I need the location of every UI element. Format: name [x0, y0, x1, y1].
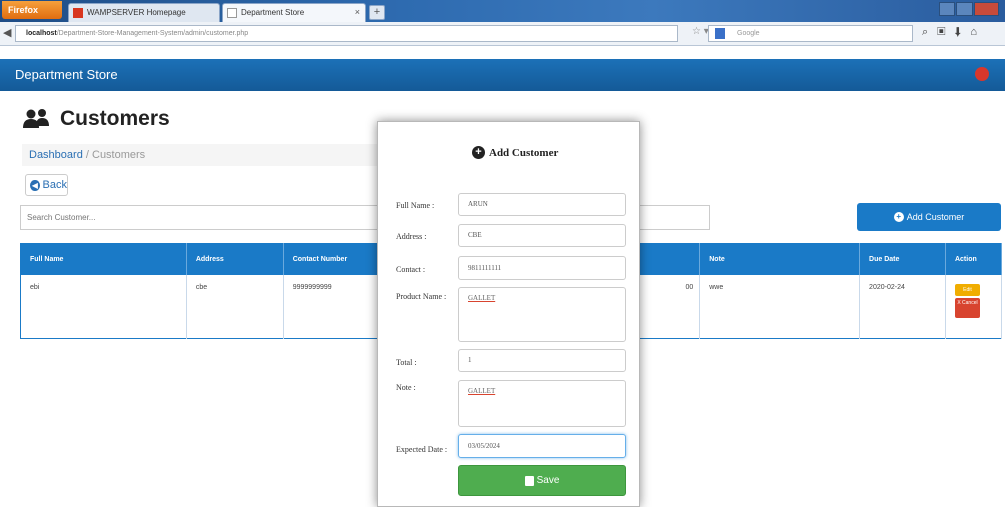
expected-date-label: Expected Date :: [396, 445, 448, 454]
column-header: Due Date: [859, 243, 946, 275]
firefox-menu-button[interactable]: Firefox: [2, 1, 62, 19]
full-name-label: Full Name :: [396, 201, 435, 210]
browser-tab-strip: Firefox WAMPSERVER Homepage Department S…: [0, 0, 1005, 22]
column-header: Action: [945, 243, 1003, 275]
search-engine-label: Google: [737, 30, 760, 37]
address-field[interactable]: CBE: [458, 224, 626, 247]
note-label: Note :: [396, 383, 416, 392]
wamp-favicon-icon: [73, 8, 83, 18]
edit-button[interactable]: Edit: [954, 283, 980, 296]
save-button[interactable]: Save: [458, 465, 626, 496]
url-bar[interactable]: localhost/Department-Store-Management-Sy…: [15, 25, 678, 42]
add-customer-modal: + Add Customer Full Name : ARUN Address …: [377, 121, 640, 507]
floppy-disk-icon: [524, 475, 534, 486]
product-name-label: Product Name :: [396, 292, 447, 301]
cell-contact: 9999999999: [283, 274, 381, 339]
cell-actions: Edit X Cancel: [945, 274, 1003, 339]
users-icon: [22, 108, 52, 130]
cell-note: wwe: [699, 274, 861, 339]
column-header: Full Name: [20, 243, 187, 275]
total-label: Total :: [396, 358, 417, 367]
column-header: Contact Number: [283, 243, 381, 275]
breadcrumb-separator: /: [82, 149, 92, 161]
logout-power-icon[interactable]: [975, 67, 989, 81]
address-label: Address :: [396, 232, 427, 241]
contact-field[interactable]: 9811111111: [458, 256, 626, 280]
modal-title: + Add Customer: [472, 146, 558, 159]
product-name-value: GALLET: [468, 294, 496, 302]
page-title-text: Customers: [60, 107, 170, 130]
contact-label: Contact :: [396, 265, 426, 274]
product-name-textarea[interactable]: GALLET: [458, 287, 626, 342]
window-controls: [939, 2, 999, 16]
tab-label: Department Store: [241, 8, 305, 17]
app-header: Department Store: [0, 59, 1005, 91]
note-value: GALLET: [468, 387, 496, 395]
arrow-left-icon: ◀: [30, 179, 40, 191]
back-button[interactable]: ◀ Back: [25, 174, 68, 196]
breadcrumb: Dashboard / Customers: [22, 144, 384, 166]
minimize-button[interactable]: [939, 2, 956, 16]
page-favicon-icon: [227, 8, 237, 18]
page-title: Customers: [22, 107, 170, 131]
browser-search-input[interactable]: Google: [708, 25, 913, 42]
new-tab-button[interactable]: +: [369, 5, 385, 20]
plus-circle-icon: +: [472, 146, 485, 159]
app-title[interactable]: Department Store: [15, 67, 118, 82]
tab-department-store[interactable]: Department Store ×: [222, 3, 366, 22]
url-path: /Department-Store-Management-System/admi…: [56, 30, 249, 37]
maximize-button[interactable]: [956, 2, 973, 16]
google-icon: [715, 28, 725, 39]
cell-full-name: ebi: [20, 274, 187, 339]
add-customer-label: Add Customer: [906, 212, 965, 222]
url-host: localhost: [26, 30, 57, 37]
cancel-button[interactable]: X Cancel: [954, 297, 980, 318]
tab-close-icon[interactable]: ×: [355, 4, 360, 21]
cell-address: cbe: [186, 274, 284, 339]
column-header: Address: [186, 243, 284, 275]
tab-label: WAMPSERVER Homepage: [87, 8, 186, 17]
modal-title-text: Add Customer: [489, 146, 559, 159]
column-header: Note: [699, 243, 861, 275]
breadcrumb-dashboard-link[interactable]: Dashboard: [29, 149, 83, 161]
window-close-button[interactable]: [973, 2, 999, 16]
toolbar-icons[interactable]: ⌕▣⬇⌂: [922, 26, 986, 39]
save-label: Save: [536, 475, 560, 486]
back-label: Back: [42, 179, 67, 191]
navigation-toolbar: ◀ localhost/Department-Store-Management-…: [0, 22, 1005, 46]
plus-circle-icon: +: [893, 212, 904, 222]
total-field[interactable]: 1: [458, 349, 626, 372]
breadcrumb-current: Customers: [92, 149, 146, 161]
cell-due-date: 2020-02-24: [859, 274, 946, 339]
full-name-field[interactable]: ARUN: [458, 193, 626, 216]
add-customer-button[interactable]: + Add Customer: [857, 203, 1001, 231]
expected-date-field[interactable]: 03/05/2024: [458, 434, 626, 458]
tab-wampserver[interactable]: WAMPSERVER Homepage: [68, 3, 220, 22]
note-textarea[interactable]: GALLET: [458, 380, 626, 427]
browser-back-icon[interactable]: ◀: [3, 26, 11, 39]
